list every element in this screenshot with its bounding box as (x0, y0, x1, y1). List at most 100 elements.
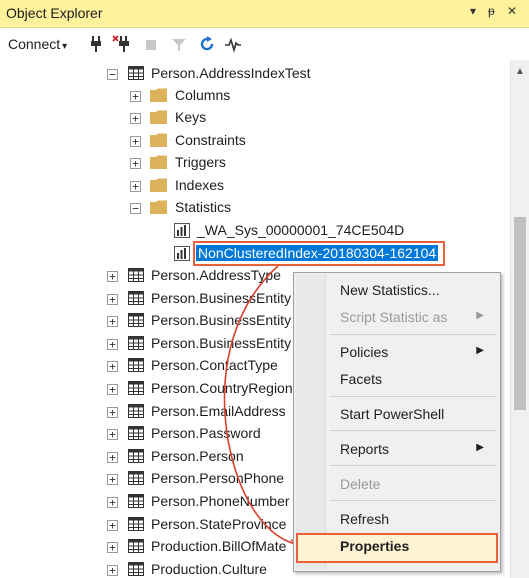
menu-item-start-powershell[interactable]: Start PowerShell (296, 401, 498, 427)
auto-hide-pin-icon[interactable]: ᵽ (488, 4, 495, 18)
tree-node-label: Keys (175, 109, 207, 125)
submenu-arrow-icon: ▶ (476, 310, 484, 321)
menu-item-label: Script Statistic as (340, 309, 448, 325)
table-icon (128, 426, 144, 440)
menu-item-reports[interactable]: Reports ▶ (296, 436, 498, 462)
table-icon (128, 336, 144, 350)
expand-expander[interactable]: + (130, 158, 141, 169)
expand-expander[interactable]: + (130, 113, 141, 124)
activity-monitor-icon[interactable] (224, 34, 242, 54)
disconnect-plug-icon[interactable] (112, 34, 130, 54)
tree-node-label: Triggers (175, 154, 226, 170)
tree-node-table[interactable]: − Person.AddressIndexTest (0, 63, 510, 85)
table-icon (128, 494, 144, 508)
menu-separator (330, 465, 496, 466)
menu-item-facets[interactable]: Facets (296, 366, 498, 392)
menu-item-new-statistics[interactable]: New Statistics... (296, 277, 498, 303)
menu-separator (330, 396, 496, 397)
expand-expander[interactable]: + (107, 271, 118, 282)
menu-item-label: Start PowerShell (340, 406, 445, 422)
tree-node-label: Person.BusinessEntity (151, 335, 292, 351)
expand-expander[interactable]: + (107, 316, 118, 327)
expand-expander[interactable]: + (107, 407, 118, 418)
table-icon (128, 471, 144, 485)
tree-folder-columns[interactable]: + Columns (0, 85, 510, 107)
expand-expander[interactable]: + (107, 429, 118, 440)
menu-item-label: Facets (340, 371, 383, 387)
tree-node-label: Person.ContactType (151, 357, 278, 373)
collapse-expander[interactable]: − (130, 203, 141, 214)
selected-node-annotation-box (193, 241, 445, 266)
folder-icon (150, 155, 167, 169)
panel-title: Object Explorer (6, 5, 103, 21)
table-icon (128, 268, 144, 282)
menu-item-refresh[interactable]: Refresh (296, 506, 498, 532)
folder-icon (150, 178, 167, 192)
table-icon (128, 291, 144, 305)
close-panel-icon[interactable]: ✕ (507, 4, 517, 18)
menu-item-policies[interactable]: Policies ▶ (296, 339, 498, 365)
expand-expander[interactable]: + (107, 565, 118, 576)
tree-node-label: Person.Person (151, 448, 244, 464)
menu-item-label: Policies (340, 344, 389, 360)
expand-expander[interactable]: + (107, 361, 118, 372)
menu-separator (330, 500, 496, 501)
context-menu: New Statistics... Script Statistic as ▶ … (293, 272, 501, 572)
tree-node-statistic[interactable]: _WA_Sys_00000001_74CE504D (0, 220, 510, 242)
menu-item-script-statistic-as[interactable]: Script Statistic as ▶ (296, 304, 498, 330)
tree-node-label: Production.BillOfMate (151, 538, 287, 554)
object-explorer-toolbar: Connect ▾ (0, 29, 529, 60)
tree-folder-indexes[interactable]: + Indexes (0, 175, 510, 197)
menu-item-label: Delete (340, 476, 381, 492)
menu-item-label: New Statistics... (340, 282, 440, 298)
menu-item-label: Properties (340, 538, 410, 554)
tree-node-label: Person.CountryRegion (151, 380, 293, 396)
collapse-expander[interactable]: − (107, 69, 118, 80)
expand-expander[interactable]: + (107, 339, 118, 350)
tree-node-label: Person.PhoneNumber (151, 493, 290, 509)
folder-icon (150, 88, 167, 102)
table-icon (128, 562, 144, 576)
expand-expander[interactable]: + (107, 474, 118, 485)
menu-item-label: Reports (340, 441, 390, 457)
table-icon (128, 404, 144, 418)
connect-plug-icon[interactable] (87, 34, 105, 54)
table-icon (128, 358, 144, 372)
scroll-up-icon[interactable]: ▲ (515, 66, 525, 77)
tree-node-label: Indexes (175, 177, 225, 193)
tree-folder-constraints[interactable]: + Constraints (0, 130, 510, 152)
tree-folder-keys[interactable]: + Keys (0, 107, 510, 129)
menu-item-label: Refresh (340, 511, 390, 527)
vertical-scrollbar[interactable]: ▲ (510, 60, 529, 578)
table-icon (128, 449, 144, 463)
menu-separator (330, 430, 496, 431)
expand-expander[interactable]: + (130, 91, 141, 102)
expand-expander[interactable]: + (107, 520, 118, 531)
expand-expander[interactable]: + (107, 384, 118, 395)
folder-icon (150, 200, 167, 214)
connect-label: Connect (8, 36, 61, 52)
expand-expander[interactable]: + (107, 452, 118, 463)
window-position-dropdown-icon[interactable]: ▾ (470, 4, 476, 18)
connect-button[interactable]: Connect ▾ (8, 36, 67, 52)
expand-expander[interactable]: + (107, 542, 118, 553)
tree-node-label: Constraints (175, 132, 246, 148)
connect-caret-icon: ▾ (62, 41, 68, 52)
refresh-icon[interactable] (198, 34, 216, 54)
tree-node-label: Person.EmailAddress (151, 403, 286, 419)
tree-node-label: Person.StateProvince (151, 516, 287, 532)
menu-item-properties[interactable]: Properties (296, 533, 498, 563)
tree-folder-statistics[interactable]: − Statistics (0, 197, 510, 219)
expand-expander[interactable]: + (130, 181, 141, 192)
tree-node-label: Person.AddressIndexTest (151, 65, 311, 81)
table-icon (128, 517, 144, 531)
tree-folder-triggers[interactable]: + Triggers (0, 152, 510, 174)
tree-node-label: Columns (175, 87, 231, 103)
expand-expander[interactable]: + (130, 136, 141, 147)
expand-expander[interactable]: + (107, 497, 118, 508)
menu-item-delete[interactable]: Delete (296, 471, 498, 497)
folder-icon (150, 133, 167, 147)
expand-expander[interactable]: + (107, 294, 118, 305)
scrollbar-thumb[interactable] (514, 217, 526, 410)
table-icon (128, 313, 144, 327)
